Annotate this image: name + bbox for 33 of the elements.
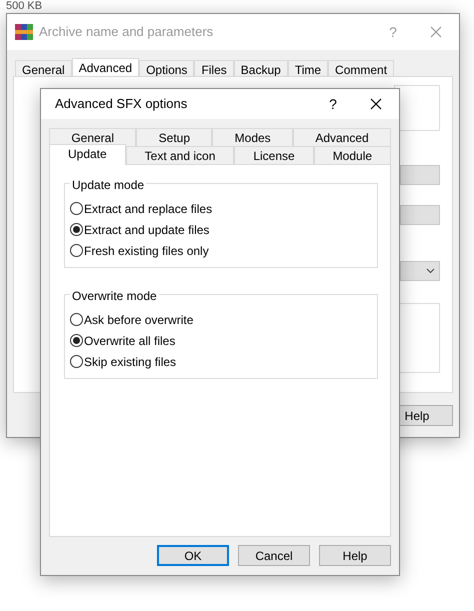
radio-button[interactable] (70, 334, 83, 347)
tab[interactable]: Setup (136, 128, 212, 146)
tab[interactable]: General (49, 128, 136, 146)
tab[interactable]: License (234, 146, 314, 164)
dialog-button[interactable]: Cancel (238, 545, 310, 566)
radio-button[interactable] (70, 202, 83, 215)
dialog-button[interactable]: OK (157, 545, 229, 566)
tab[interactable]: Modes (212, 128, 294, 146)
radio-button[interactable] (70, 313, 83, 326)
radio-button[interactable] (70, 223, 83, 236)
chevron-icon (426, 268, 435, 274)
close-icon (430, 26, 442, 38)
app-icon (15, 24, 33, 40)
close-icon (370, 98, 382, 110)
file-size-label: 500 KB (6, 0, 42, 12)
tab[interactable]: Advanced (293, 128, 392, 146)
option-label: Ask before overwrite (84, 312, 194, 328)
window-title: Advanced SFX options (55, 95, 188, 114)
radio-button[interactable] (70, 244, 83, 257)
tab[interactable]: Update (49, 144, 126, 165)
option-label: Fresh existing files only (84, 242, 209, 260)
help-button[interactable]: ? (313, 94, 353, 114)
option-label: Skip existing files (84, 354, 176, 370)
dialog-button[interactable]: Help (319, 545, 391, 566)
disabled-field (400, 165, 440, 185)
tab[interactable]: Module (314, 146, 392, 164)
radio-button[interactable] (70, 355, 83, 368)
option-label: Extract and replace files (84, 200, 212, 218)
option-label: Overwrite all files (84, 332, 176, 350)
tab[interactable]: Text and icon (126, 146, 234, 164)
option-label: Extract and update files (84, 222, 210, 238)
disabled-field (400, 205, 440, 225)
window-title: Archive name and parameters (39, 23, 214, 42)
